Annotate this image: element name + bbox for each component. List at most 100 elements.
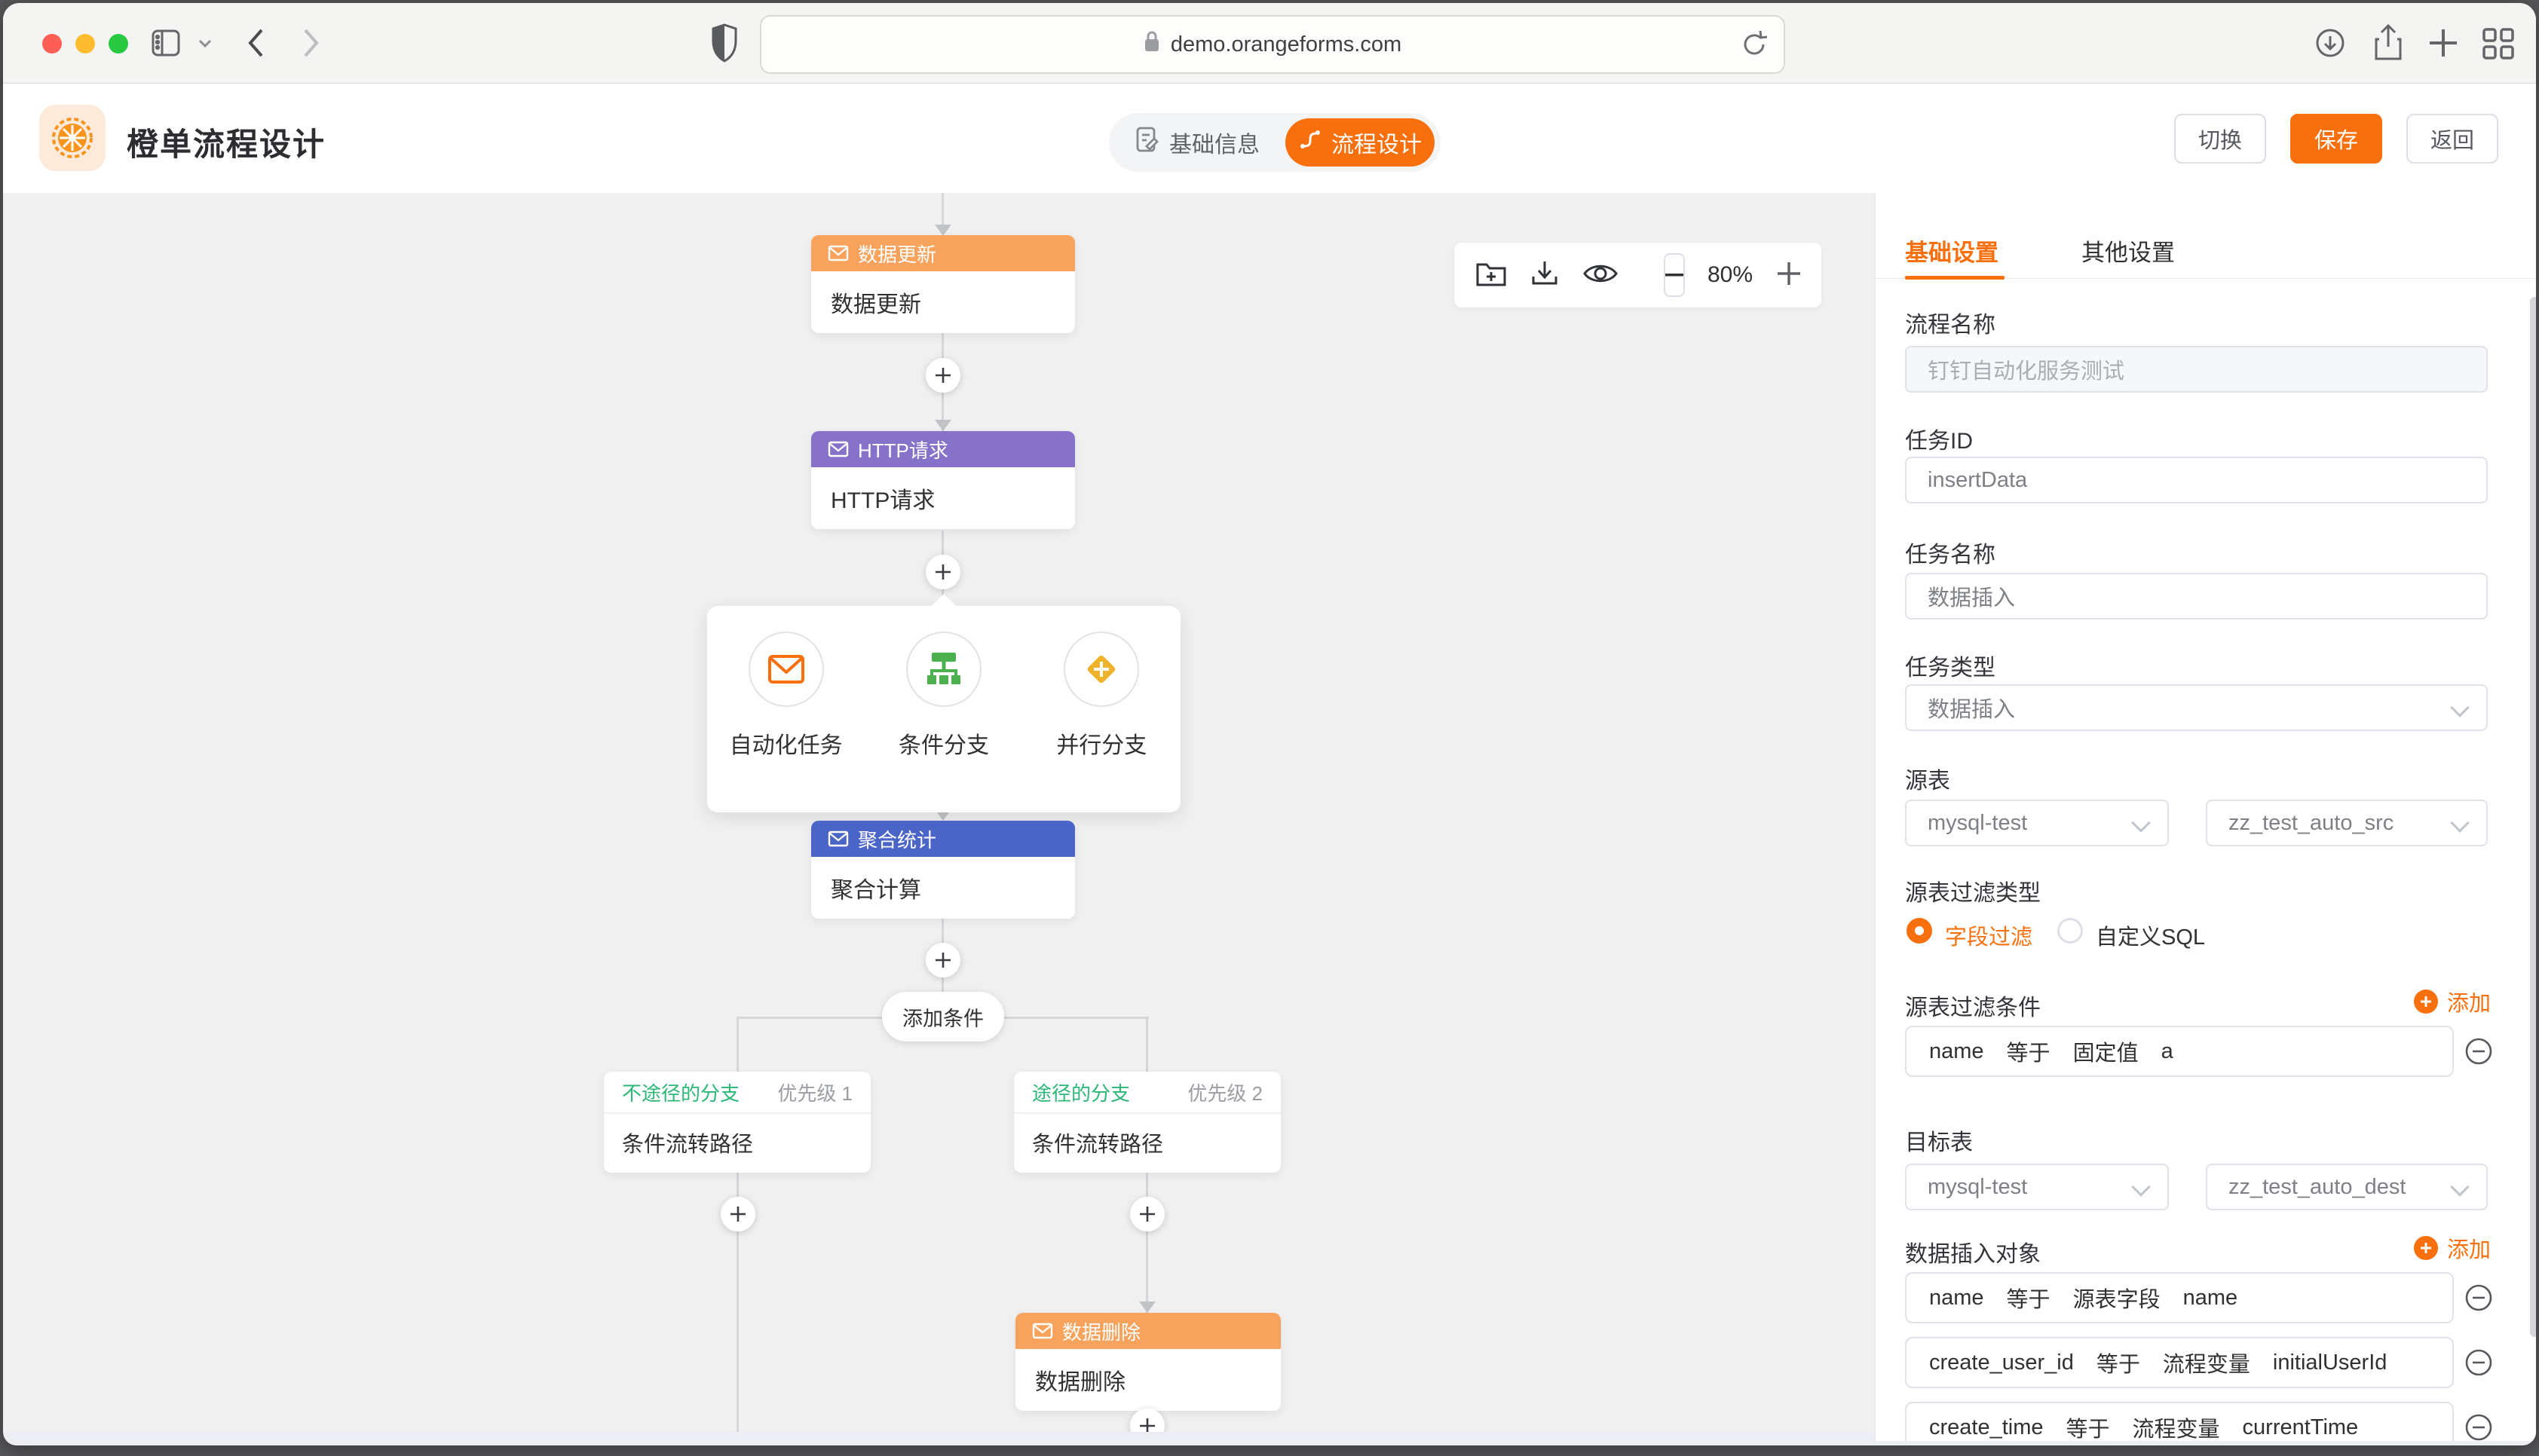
process-name-input[interactable]: 钉钉自动化服务测试 [1905,346,2488,393]
tab-basic-info[interactable]: 基础信息 [1136,113,1260,172]
task-type-select[interactable]: 数据插入 [1905,684,2488,731]
privacy-shield-icon[interactable] [710,23,739,67]
target-datasource-select[interactable]: mysql-test [1905,1164,2169,1210]
radio-custom-sql-label[interactable]: 自定义SQL [2096,919,2205,951]
back-button[interactable] [246,27,265,63]
reload-icon[interactable] [1741,29,1767,66]
add-node-button[interactable] [926,943,960,977]
object-operator: 等于 [2066,1412,2110,1441]
active-tab-underline [1905,276,2005,280]
chevron-down-icon[interactable] [198,38,213,53]
flow-icon [1298,128,1322,157]
object-value: initialUserId [2273,1350,2387,1375]
remove-object-button[interactable] [2464,1413,2493,1441]
tab-flow-design[interactable]: 流程设计 [1285,118,1435,167]
task-name-input[interactable]: 数据插入 [1905,573,2488,619]
task-id-value: insertData [1928,468,2027,493]
node-aggregate[interactable]: 聚合统计 聚合计算 [811,821,1075,919]
source-datasource-value: mysql-test [1928,811,2027,836]
remove-object-button[interactable] [2464,1348,2493,1377]
radio-field-filter[interactable] [1907,918,1932,944]
tab-overview-icon[interactable] [2482,27,2515,64]
sidebar-toggle-icon[interactable] [151,29,181,61]
condition-value: a [2161,1039,2173,1064]
switch-button[interactable]: 切换 [2174,114,2266,164]
add-node-button[interactable] [1130,1197,1165,1231]
downloads-icon[interactable] [2314,27,2346,63]
picker-item-parallel-branch[interactable]: 并行分支 [1030,632,1173,760]
tab-flow-design-label: 流程设计 [1331,126,1422,159]
add-condition-button[interactable]: 添加条件 [882,992,1004,1042]
object-field: create_time [1929,1415,2044,1440]
object-value: name [2183,1286,2238,1311]
flow-canvas[interactable]: 80% 数据更新 数据更新 [3,193,1875,1432]
radio-field-filter-label[interactable]: 字段过滤 [1945,919,2032,951]
node-http-request[interactable]: HTTP请求 HTTP请求 [811,431,1075,529]
lock-icon [1144,30,1160,59]
add-node-button[interactable] [721,1197,755,1231]
connector-line [737,1017,739,1072]
picker-item-auto-task[interactable]: 自动化任务 [715,632,858,760]
address-bar[interactable]: demo.orangeforms.com [760,15,1785,74]
branch-card-pass[interactable]: 途径的分支 优先级 2 条件流转路径 [1014,1072,1281,1173]
chevron-down-icon [2450,1177,2469,1196]
branch-card-no-pass[interactable]: 不途径的分支 优先级 1 条件流转路径 [604,1072,871,1173]
condition-type: 固定值 [2073,1035,2139,1067]
clipboard-icon [1136,127,1159,158]
object-value: currentTime [2243,1415,2359,1440]
preview-eye-icon[interactable] [1582,261,1619,290]
new-file-icon[interactable] [1475,259,1507,292]
new-tab-icon[interactable] [2427,27,2459,63]
remove-object-button[interactable] [2464,1283,2493,1312]
node-data-update[interactable]: 数据更新 数据更新 [811,235,1075,333]
add-node-button[interactable] [926,555,960,589]
add-node-button[interactable] [926,358,960,393]
node-data-delete[interactable]: 数据删除 数据删除 [1015,1313,1281,1411]
filter-conditions-label: 源表过滤条件 [1905,989,2041,1022]
branch-priority: 优先级 1 [777,1078,853,1106]
source-table-select[interactable]: zz_test_auto_src [2206,800,2488,846]
insert-object-row[interactable]: create_user_id 等于 流程变量 initialUserId [1905,1337,2454,1388]
browser-window: demo.orangeforms.com 橙单流程设计 [3,3,2536,1445]
traffic-close-button[interactable] [42,34,62,54]
share-icon[interactable] [2372,24,2405,66]
browser-chrome: demo.orangeforms.com [3,3,2536,84]
remove-condition-button[interactable] [2464,1037,2493,1066]
task-type-value: 数据插入 [1928,692,2015,723]
diamond-plus-yellow-icon [1080,648,1122,690]
task-id-label: 任务ID [1905,422,1973,455]
envelope-icon [828,830,849,847]
tab-basic-settings[interactable]: 基础设置 [1905,234,1998,268]
zoom-out-button[interactable] [1664,253,1685,297]
zoom-in-button[interactable] [1775,260,1802,291]
node-title: 数据删除 [1062,1317,1141,1345]
url-text: demo.orangeforms.com [1171,32,1401,57]
traffic-zoom-button[interactable] [109,34,128,54]
add-filter-condition-button[interactable]: 添加 [2414,986,2491,1017]
canvas-toolbar: 80% [1454,243,1821,307]
arrow-down-icon [935,420,951,431]
add-node-button[interactable] [1130,1409,1165,1432]
object-operator: 等于 [2096,1347,2140,1378]
panel-scrollbar[interactable] [2530,297,2536,1337]
insert-object-row[interactable]: name 等于 源表字段 name [1905,1272,2454,1323]
source-datasource-select[interactable]: mysql-test [1905,800,2169,846]
save-button[interactable]: 保存 [2290,114,2382,164]
back-button-header[interactable]: 返回 [2406,114,2498,164]
tab-other-settings[interactable]: 其他设置 [2081,234,2175,268]
arrow-down-icon [935,225,951,236]
task-id-input[interactable]: insertData [1905,457,2488,503]
forward-button[interactable] [302,27,321,63]
insert-object-row[interactable]: create_time 等于 流程变量 currentTime [1905,1402,2454,1441]
radio-custom-sql[interactable] [2057,918,2083,944]
traffic-minimize-button[interactable] [75,34,95,54]
filter-condition-row[interactable]: name 等于 固定值 a [1905,1026,2454,1077]
target-table-select[interactable]: zz_test_auto_dest [2206,1164,2488,1210]
export-download-icon[interactable] [1530,258,1560,292]
node-title: HTTP请求 [858,436,948,463]
add-insert-object-button[interactable]: 添加 [2414,1232,2491,1264]
tree-branch-green-icon [924,650,963,689]
picker-item-condition-branch[interactable]: 条件分支 [872,632,1015,760]
zoom-level: 80% [1707,262,1753,288]
target-table-label: 目标表 [1905,1124,1973,1157]
